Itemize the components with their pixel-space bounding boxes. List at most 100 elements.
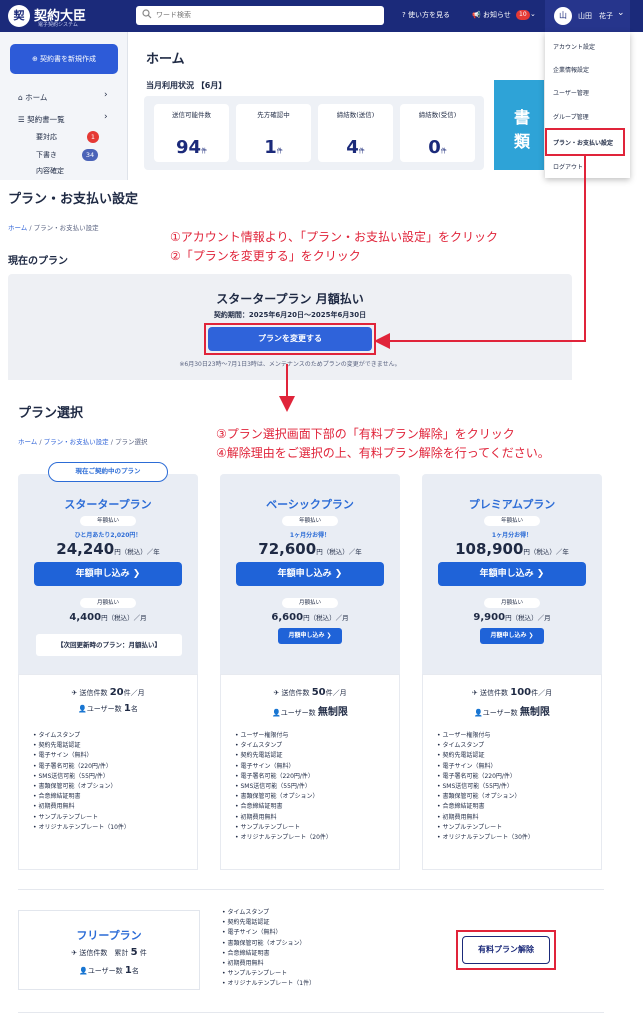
yearly-chip: 年額払い (484, 516, 540, 526)
menu-item-user-management[interactable]: ユーザー管理 (553, 88, 589, 97)
logo-subtitle: 電子契約システム (38, 22, 78, 28)
yearly-price: 108,900円（税込）／年 (455, 540, 569, 558)
home-icon: ⌂ (18, 93, 23, 102)
list-item: オリジナルテンプレート（20件） (235, 833, 331, 843)
plan-name: フリープラン (76, 929, 142, 942)
menu-item-group-management[interactable]: グループ管理 (553, 112, 589, 121)
list-item: 書類保管可能（オプション） (437, 792, 534, 802)
sidebar-item-label: 契約書一覧 (27, 115, 65, 124)
notification-count-badge: 10 (516, 10, 530, 20)
stat-label: 締結数(送信) (336, 111, 375, 119)
list-item: ユーザー権限付与 (437, 731, 534, 741)
sidebar-item-pending[interactable]: 要対応 (36, 132, 57, 142)
yearly-apply-button[interactable]: 年額申し込み ❯ (34, 562, 182, 586)
plan-card-starter: スタータープラン 年額払い ひと月あたり2,020円！ 24,240円（税込）／… (18, 474, 198, 870)
list-item: 書類保管可能（オプション） (235, 792, 332, 802)
list-item: 合意締結証明書 (222, 949, 315, 959)
sidebar-item-drafts[interactable]: 下書き (36, 150, 57, 160)
user-icon: 👤 (78, 705, 87, 713)
page-title: ホーム (146, 52, 185, 67)
user-count: 👤ユーザー数 1名 (78, 703, 138, 714)
help-icon: ? (402, 11, 406, 19)
feature-list: タイムスタンプ 契約先電話認証 電子サイン（無料） 電子署名可能（220円/件）… (33, 731, 130, 833)
sidebar-item-contracts[interactable]: ☰ 契約書一覧 (18, 114, 65, 125)
breadcrumb-plan-payment[interactable]: プラン・お支払い設定 (44, 438, 109, 446)
plan-card-header: プレミアムプラン 年額払い 1ヶ月分お得！ 108,900円（税込）／年 年額申… (422, 474, 602, 674)
stat-value: 1件 (264, 137, 283, 158)
chevron-down-icon[interactable]: ⌄ (530, 10, 536, 18)
plan-name: プレミアムプラン (468, 498, 556, 511)
contract-period: 契約期間：2025年6月20日〜2025年6月30日 (213, 311, 367, 319)
list-item: 初期費用無料 (437, 813, 534, 823)
yearly-apply-button[interactable]: 年額申し込み ❯ (236, 562, 384, 586)
search-box[interactable] (136, 6, 384, 25)
list-item: オリジナルテンプレート（30件） (437, 833, 533, 843)
chevron-right-icon: › (104, 112, 108, 122)
plan-card-details: ✈ 送信件数 100件／月 👤ユーザー数 無制限 ユーザー権限付与 タイムスタン… (422, 674, 602, 870)
maintenance-note: ※6月30日23時〜7月1日3時は、メンテナンスのためプランの変更ができません。 (179, 361, 401, 368)
notif-label: お知らせ (482, 11, 511, 19)
user-count: 👤ユーザー数 無制限 (272, 707, 348, 718)
current-plan-tag: 現在ご契約中のプラン (48, 462, 168, 482)
breadcrumb: ホーム / プラン・お支払い設定 (8, 222, 99, 232)
stat-value: 0件 (428, 137, 447, 158)
new-contract-button[interactable]: ⊕ 契約書を新規作成 (10, 44, 118, 74)
send-icon: ✈ (71, 689, 78, 697)
search-input[interactable] (156, 6, 376, 25)
section-title: プラン・お支払い設定 (8, 192, 139, 207)
monthly-chip: 月額払い (282, 598, 338, 608)
stat-card: 先方確認中 1件 (236, 104, 311, 162)
monthly-apply-button[interactable]: 月額申し込み ❯ (278, 628, 342, 644)
chevron-down-icon: ⌄ (617, 8, 625, 18)
list-item: オリジナルテンプレート（10件） (33, 823, 129, 833)
promo-text: ひと月あたり2,020円！ (74, 532, 142, 539)
list-item: 電子サイン（無料） (222, 928, 315, 938)
stat-card: 締結数(受信) 0件 (400, 104, 475, 162)
breadcrumb-home[interactable]: ホーム (18, 438, 37, 446)
plan-name: ベーシックプラン (266, 498, 354, 511)
breadcrumb-home[interactable]: ホーム (8, 224, 27, 232)
list-item: 電子署名可能（220円/件） (437, 772, 534, 782)
send-count: ✈ 送信件数 累計 5 件 (71, 947, 147, 958)
menu-item-company-settings[interactable]: 企業情報設定 (553, 65, 589, 74)
help-link[interactable]: ? 使い方を見る (402, 10, 450, 20)
user-icon: 👤 (79, 967, 88, 975)
list-item: 書類保管可能（オプション） (222, 939, 315, 949)
promo-text: 1ヶ月分お得！ (289, 532, 331, 539)
yearly-apply-button[interactable]: 年額申し込み ❯ (438, 562, 586, 586)
send-count: ✈ 送信件数 100件／月 (471, 687, 553, 698)
list-item: 契約先電話認証 (437, 751, 534, 761)
chevron-right-icon: › (104, 90, 108, 100)
list-item: サンプルテンプレート (33, 813, 130, 823)
usage-title: 当月利用状況 【6月】 (146, 81, 227, 90)
list-icon: ☰ (18, 115, 25, 124)
list-item: 初期費用無料 (33, 802, 130, 812)
menu-item-logout[interactable]: ログアウト (553, 162, 583, 171)
feature-list: ユーザー権限付与 タイムスタンプ 契約先電話認証 電子サイン（無料） 電子署名可… (437, 731, 534, 843)
menu-item-account-settings[interactable]: アカウント設定 (553, 42, 595, 51)
breadcrumb-separator: / (39, 438, 42, 446)
plan-card-details: ✈ 送信件数 50件／月 👤ユーザー数 無制限 ユーザー権限付与 タイムスタンプ… (220, 674, 400, 870)
send-count: ✈ 送信件数 50件／月 (273, 687, 347, 698)
notifications-link[interactable]: 📢 お知らせ (472, 10, 511, 20)
user-menu[interactable]: 山 山田 花子 ⌄ (545, 0, 630, 32)
monthly-price: 4,400円（税込）／月 (69, 612, 147, 623)
user-icon: 👤 (272, 709, 281, 717)
plan-card-premium: プレミアムプラン 年額払い 1ヶ月分お得！ 108,900円（税込）／年 年額申… (422, 474, 602, 870)
promo-banner[interactable]: 書類 (494, 80, 544, 170)
sidebar: ⊕ 契約書を新規作成 ⌂ ホーム › ☰ 契約書一覧 › 要対応 1 下書き 3… (0, 32, 128, 180)
breadcrumb-current: プラン・お支払い設定 (33, 224, 99, 232)
list-item: 電子サイン（無料） (235, 762, 332, 772)
stat-card: 締結数(送信) 4件 (318, 104, 393, 162)
sidebar-item-review[interactable]: 内容確定 (36, 166, 64, 176)
sidebar-item-home[interactable]: ⌂ ホーム (18, 92, 47, 103)
user-count: 👤ユーザー数 1名 (79, 965, 139, 976)
promo-text: 1ヶ月分お得！ (491, 532, 533, 539)
plan-card-header: スタータープラン 年額払い ひと月あたり2,020円！ 24,240円（税込）／… (18, 474, 198, 674)
stat-label: 締結数(受信) (418, 111, 457, 119)
monthly-apply-button[interactable]: 月額申し込み ❯ (480, 628, 544, 644)
list-item: 契約先電話認証 (235, 751, 332, 761)
list-item: ユーザー権限付与 (235, 731, 332, 741)
list-item: オリジナルテンプレート（1件） (222, 979, 315, 989)
sidebar-item-label: ホーム (25, 93, 48, 102)
